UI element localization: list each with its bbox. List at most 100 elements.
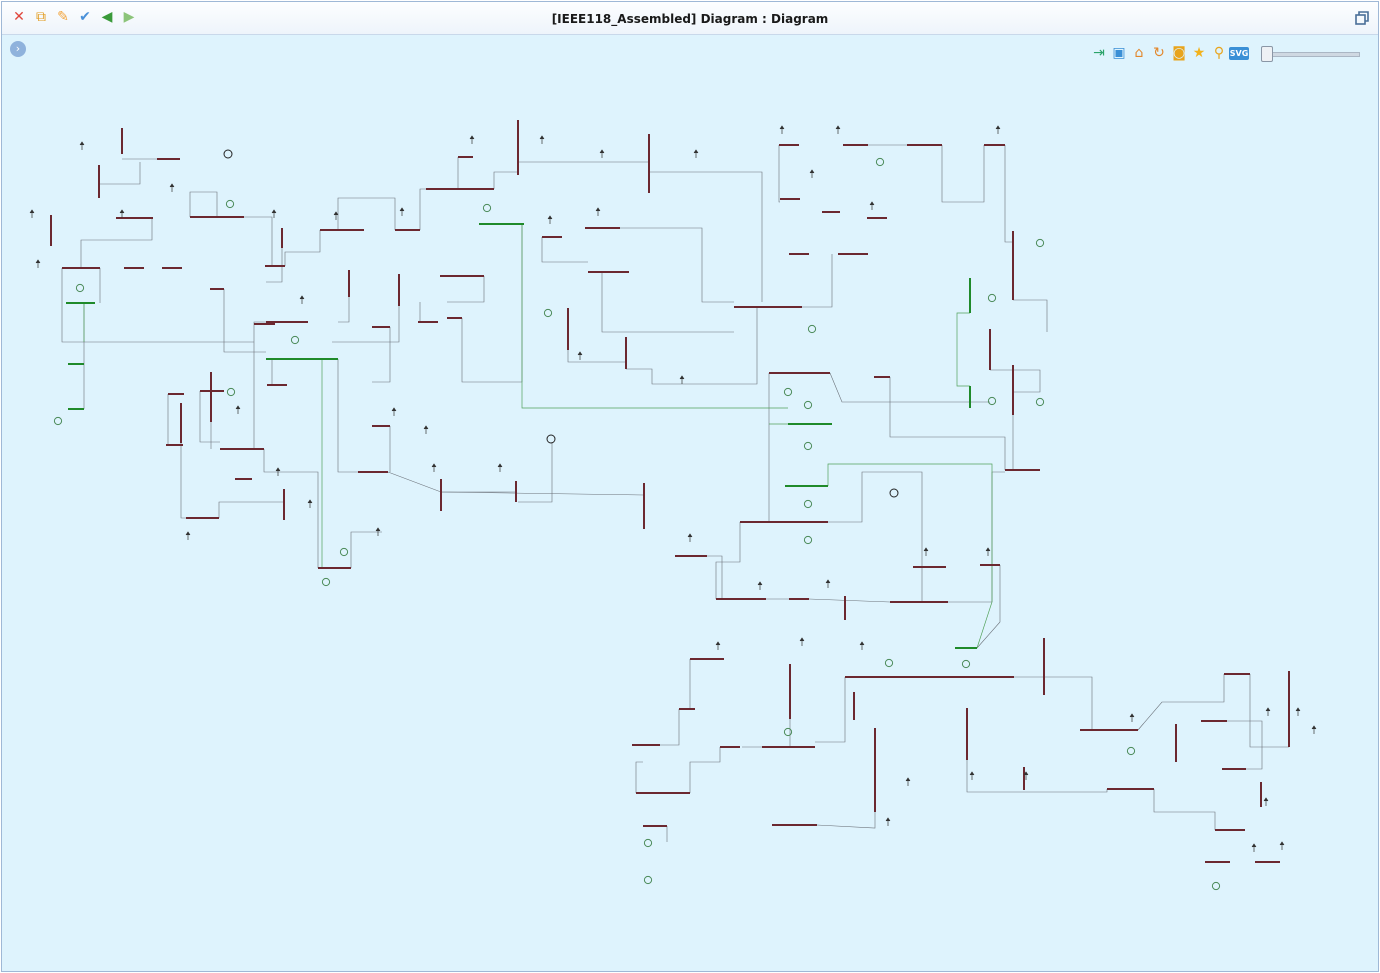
load-arrow <box>885 817 891 826</box>
generator-symbol <box>803 400 813 410</box>
branch-line <box>649 171 763 302</box>
branch-line <box>263 449 319 568</box>
load-arrow <box>835 125 841 134</box>
load-arrow <box>799 637 805 646</box>
generator-symbol <box>987 396 997 406</box>
load-arrow <box>923 547 929 556</box>
branch-line <box>98 162 141 198</box>
load-arrow <box>715 641 721 650</box>
buses <box>50 120 1290 863</box>
load-arrow <box>423 425 429 434</box>
load-arrow <box>185 531 191 540</box>
load-arrow <box>995 125 1001 134</box>
generator-symbol <box>339 547 349 557</box>
load-arrow <box>35 259 41 268</box>
branch-line <box>715 522 741 599</box>
generator-symbol <box>290 335 300 345</box>
load-arrow <box>757 581 763 590</box>
generator-symbol <box>807 324 817 334</box>
branch-line <box>189 191 218 217</box>
load-arrow <box>687 533 693 542</box>
branch-line <box>521 224 788 409</box>
branch-line <box>802 254 833 308</box>
load-arrow <box>299 295 305 304</box>
generator-symbol <box>643 838 653 848</box>
load-arrow <box>469 135 475 144</box>
generator-symbol <box>643 875 653 885</box>
generator-symbol <box>803 535 813 545</box>
generator-symbol <box>225 199 235 209</box>
branch-line <box>332 306 400 343</box>
branch-line <box>707 555 723 599</box>
generator-symbol <box>223 149 233 159</box>
branch-line <box>419 188 426 230</box>
load-arrow <box>599 149 605 158</box>
load-arrow <box>1265 707 1271 716</box>
load-arrow <box>1311 725 1317 734</box>
load-arrow <box>1251 843 1257 852</box>
branch-line <box>778 145 780 203</box>
load-arrow <box>391 407 397 416</box>
load-arrow <box>497 463 503 472</box>
generator-symbol <box>321 577 331 587</box>
generator-symbol <box>783 387 793 397</box>
load-arrow <box>333 211 339 220</box>
generator-symbol <box>75 283 85 293</box>
generator-symbol <box>482 203 492 213</box>
branch-line <box>541 237 588 263</box>
load-arrow <box>577 351 583 360</box>
load-arrow <box>779 125 785 134</box>
load-arrow <box>985 547 991 556</box>
branch-line <box>567 350 626 363</box>
branch-line <box>889 377 1006 470</box>
load-arrow <box>693 149 699 158</box>
generator-symbol <box>53 416 63 426</box>
load-arrow <box>809 169 815 178</box>
load-arrow <box>119 209 125 218</box>
branch-line <box>267 359 273 386</box>
branch-line <box>321 358 338 568</box>
generator-symbol <box>546 434 556 444</box>
branch-line <box>461 224 523 383</box>
generator-symbol <box>1035 397 1045 407</box>
branch-line <box>660 709 680 746</box>
load-arrow <box>29 209 35 218</box>
generator-symbol <box>226 387 236 397</box>
branch-line <box>815 677 846 743</box>
branch-line <box>948 471 1005 603</box>
branch-line <box>218 501 284 518</box>
generator-symbol <box>987 293 997 303</box>
load-arrow <box>1279 841 1285 850</box>
branch-line <box>284 230 321 266</box>
branch-line <box>1153 789 1216 830</box>
load-arrow <box>399 207 405 216</box>
branch-line <box>337 359 358 473</box>
load-arrow <box>869 201 875 210</box>
branch-line <box>966 760 1108 793</box>
branch-line <box>829 372 990 403</box>
branch-line <box>956 312 970 387</box>
diagram-window: ✕ ⧉ ✎ ✔ ◀ ▶ [IEEE118_Assembled] Diagram : Dia… <box>1 1 1379 972</box>
load-arrow <box>905 777 911 786</box>
branch-line <box>338 297 350 323</box>
generator-symbol <box>961 659 971 669</box>
branch-line <box>1227 720 1263 770</box>
network-lines <box>61 144 1289 842</box>
branch-line <box>244 216 273 266</box>
load-arrow <box>679 375 685 384</box>
branch-line <box>941 145 985 203</box>
load-arrow <box>1295 707 1301 716</box>
branch-line <box>80 218 153 268</box>
diagram-canvas[interactable] <box>2 2 1378 971</box>
branch-line <box>1013 299 1048 332</box>
load-arrow <box>969 771 975 780</box>
generator-symbol <box>1035 238 1045 248</box>
branch-line <box>223 289 266 353</box>
load-arrow <box>271 209 277 218</box>
load-arrow <box>825 579 831 588</box>
load-arrow <box>595 207 601 216</box>
branch-line <box>350 531 382 568</box>
generator-symbol <box>889 488 899 498</box>
load-arrow <box>1263 797 1269 806</box>
generator-symbol <box>803 499 813 509</box>
